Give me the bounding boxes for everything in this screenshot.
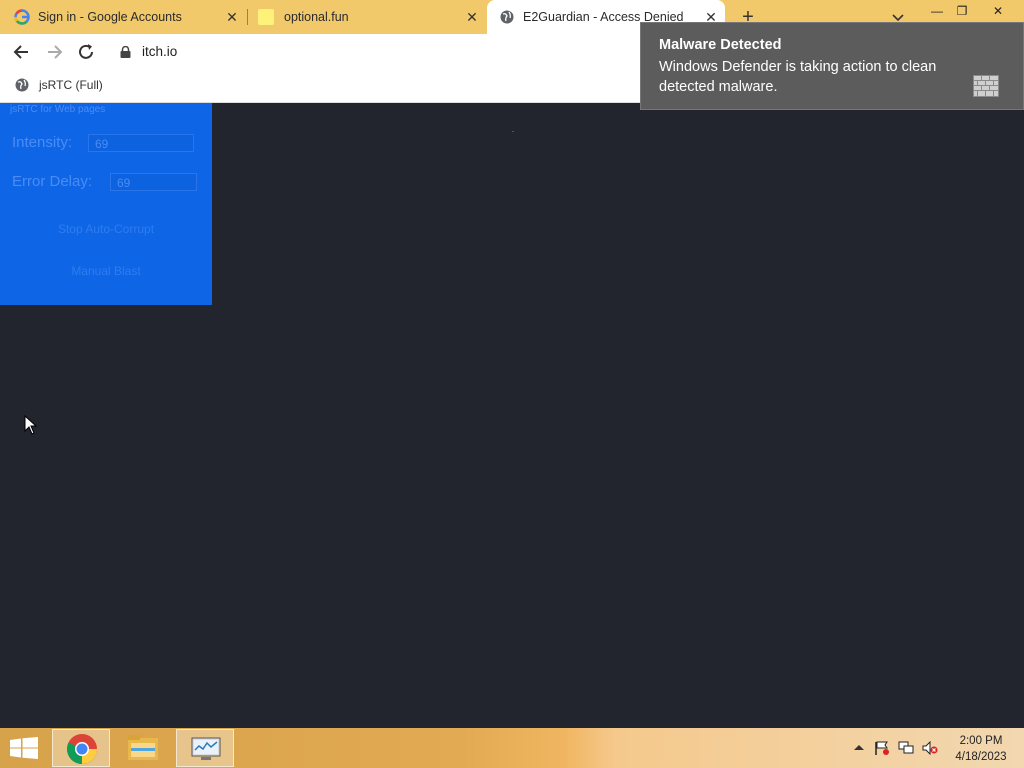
reload-icon[interactable] (76, 42, 96, 62)
action-center-flag-icon[interactable] (874, 741, 890, 755)
intensity-label: Intensity: (12, 134, 73, 151)
notification-title: Malware Detected (659, 37, 782, 53)
clock-time: 2:00 PM (959, 735, 1003, 747)
intensity-input[interactable]: 69 (88, 134, 194, 152)
bookmark-label: jsRTC (Full) (39, 78, 103, 92)
back-icon[interactable] (12, 42, 32, 62)
tab-optional-fun[interactable]: optional.fun ✕ (248, 0, 486, 34)
tab-title: Sign in - Google Accounts (38, 10, 182, 24)
network-icon[interactable] (898, 741, 914, 755)
manual-blast-button[interactable]: Manual Blast (6, 256, 206, 286)
globe-icon (15, 78, 29, 92)
notification-body: Windows Defender is taking action to cle… (659, 59, 937, 95)
stray-pixel (512, 131, 514, 132)
chrome-icon (67, 734, 97, 765)
bookmark-jsrtc[interactable]: jsRTC (Full) (14, 77, 103, 93)
mouse-cursor-icon (24, 415, 38, 435)
show-hidden-icons-icon[interactable] (851, 741, 867, 755)
firewall-icon (973, 75, 999, 97)
close-icon[interactable]: ✕ (464, 9, 480, 25)
malware-notification[interactable]: Malware Detected Windows Defender is tak… (640, 22, 1024, 110)
restore-button[interactable]: ❐ (947, 0, 977, 22)
taskbar-resource-monitor[interactable] (176, 729, 234, 767)
tab-google-sign-in[interactable]: Sign in - Google Accounts ✕ (0, 0, 246, 34)
error-delay-label: Error Delay: (12, 173, 93, 190)
volume-muted-icon[interactable] (922, 741, 938, 755)
yellow-square-icon (258, 9, 274, 25)
close-icon[interactable]: ✕ (224, 9, 240, 25)
page-content: jsRTC for Web pages Intensity: 69 Error … (0, 103, 1024, 728)
forward-icon[interactable] (44, 42, 64, 62)
taskbar: 2:00 PM 4/18/2023 (0, 728, 1024, 768)
globe-icon (500, 10, 514, 24)
close-window-button[interactable]: ✕ (983, 0, 1013, 22)
jsrtc-panel: jsRTC for Web pages Intensity: 69 Error … (0, 103, 212, 305)
system-clock[interactable]: 2:00 PM 4/18/2023 (948, 733, 1014, 765)
address-bar[interactable]: itch.io (110, 38, 670, 66)
stop-auto-corrupt-button[interactable]: Stop Auto-Corrupt (6, 214, 206, 244)
error-delay-input[interactable]: 69 (110, 173, 197, 191)
resource-monitor-icon (191, 737, 221, 760)
taskbar-file-explorer[interactable] (114, 729, 172, 767)
lock-icon (120, 46, 131, 58)
url-text: itch.io (142, 44, 178, 59)
clock-date: 4/18/2023 (955, 751, 1007, 763)
file-explorer-icon (128, 735, 158, 760)
panel-subtitle: jsRTC for Web pages (10, 104, 106, 115)
windows-start-icon[interactable] (10, 737, 38, 759)
google-icon (14, 9, 30, 25)
taskbar-chrome[interactable] (52, 729, 110, 767)
tab-title: optional.fun (284, 10, 349, 24)
